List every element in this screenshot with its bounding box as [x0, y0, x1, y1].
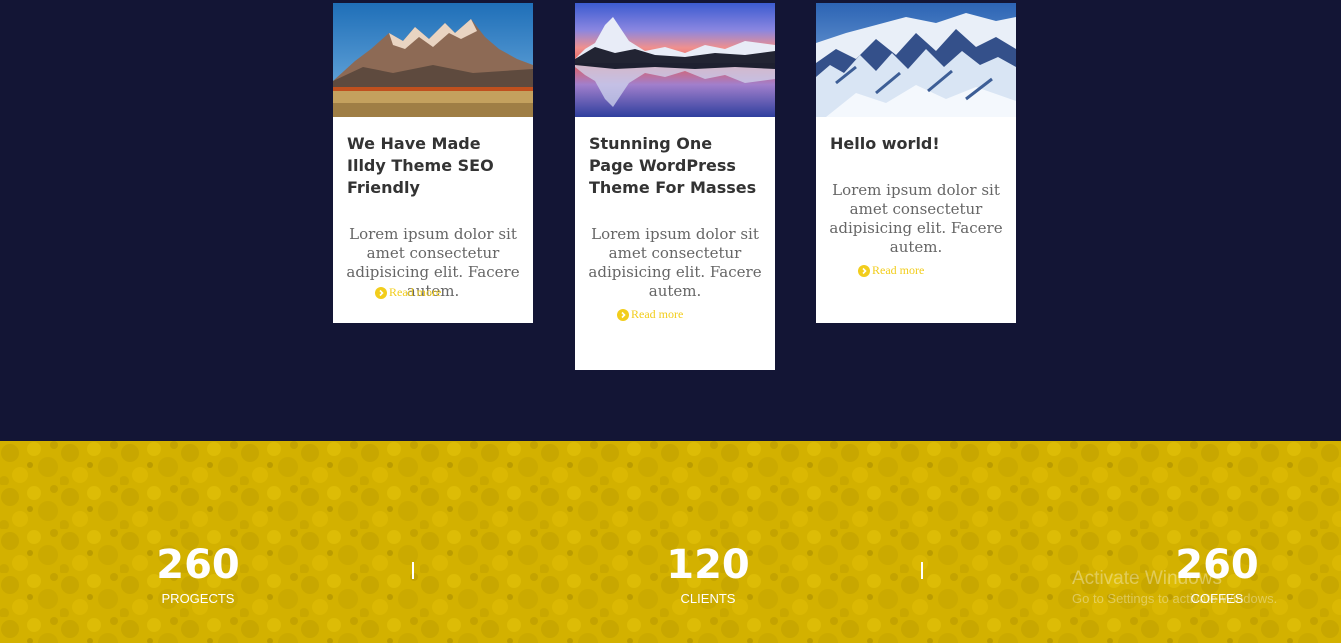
chevron-circle-right-icon [858, 264, 870, 277]
blog-post-card: Stunning One Page WordPress Theme For Ma… [575, 3, 775, 370]
counter-projects: 260 PROGECTS [98, 543, 298, 607]
post-title[interactable]: We Have Made Illdy Theme SEO Friendly [333, 117, 533, 199]
watermark-subtitle: Go to Settings to activate Windows. [1072, 591, 1278, 606]
counter-number: 260 [156, 542, 240, 588]
chevron-circle-right-icon [375, 286, 387, 299]
read-more-link[interactable]: Read more [375, 285, 441, 300]
blog-post-card: Hello world! Lorem ipsum dolor sit amet … [816, 3, 1016, 323]
counter-label: CLIENTS [680, 591, 736, 606]
counter-clients: 120 CLIENTS [608, 543, 808, 607]
post-title[interactable]: Stunning One Page WordPress Theme For Ma… [575, 117, 775, 199]
mountain-sunset-image[interactable] [333, 3, 533, 117]
counter-divider [921, 562, 923, 579]
counter-label: PROGECTS [161, 591, 235, 606]
snowy-mountains-image[interactable] [816, 3, 1016, 117]
post-excerpt: Lorem ipsum dolor sit amet consectetur a… [829, 181, 1003, 256]
read-more-label: Read more [872, 263, 925, 277]
post-title[interactable]: Hello world! [816, 117, 1016, 155]
chevron-circle-right-icon [617, 308, 629, 321]
read-more-link[interactable]: Read more [617, 307, 683, 322]
read-more-link[interactable]: Read more [858, 263, 924, 278]
blog-posts-section: We Have Made Illdy Theme SEO Friendly Lo… [0, 0, 1341, 441]
blog-post-card: We Have Made Illdy Theme SEO Friendly Lo… [333, 3, 533, 323]
lake-reflection-image[interactable] [575, 3, 775, 117]
read-more-label: Read more [631, 307, 684, 321]
activate-windows-watermark: Activate Windows Go to Settings to activ… [1072, 568, 1277, 608]
counter-number: 120 [666, 542, 750, 588]
counter-divider [412, 562, 414, 579]
post-excerpt: Lorem ipsum dolor sit amet consectetur a… [588, 225, 762, 300]
watermark-title: Activate Windows [1072, 568, 1222, 589]
read-more-label: Read more [389, 285, 442, 299]
counters-section: 260 PROGECTS 120 CLIENTS 260 COFFES [0, 441, 1341, 643]
